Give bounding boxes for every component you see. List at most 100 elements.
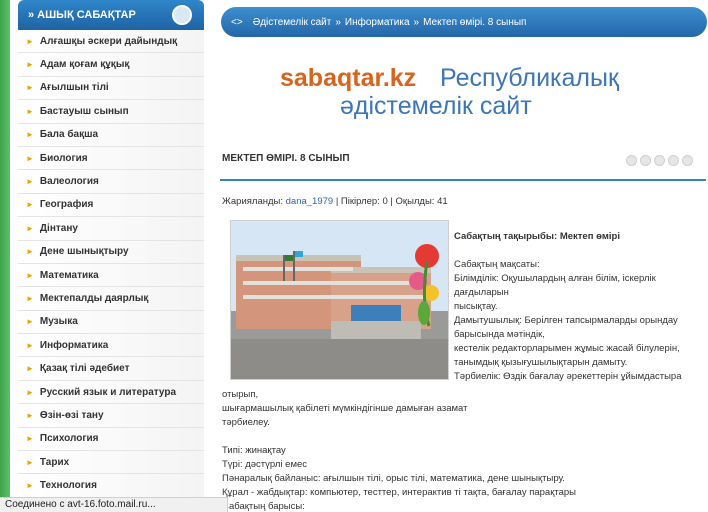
sidebar-item[interactable]: ► Мектепалды даярлық <box>18 287 204 311</box>
sidebar-item-label: Алғашқы әскери дайындық <box>39 35 178 47</box>
sidebar-item-label: Қазақ тілі әдебиет <box>39 363 130 375</box>
breadcrumb-separator: » <box>413 16 420 28</box>
rating-stars[interactable] <box>626 155 693 166</box>
text-line: Сабақтың мақсаты: <box>454 259 540 270</box>
meta-stats: | Пікірлер: 0 | Оқылды: 41 <box>335 196 448 207</box>
logo-domain: sabaqtar.kz <box>280 64 417 92</box>
text-line: отырып, <box>222 389 259 400</box>
sidebar-item-label: Валеология <box>39 176 99 188</box>
category-menu: ► Алғашқы әскери дайындық ► Адам қоғам құқ… <box>18 30 204 498</box>
sidebar-item-label: Информатика <box>39 339 109 351</box>
sidebar-item[interactable]: ► Математика <box>18 263 204 288</box>
sidebar-item[interactable]: ► Адам қоғам құқық <box>18 53 204 77</box>
arrow-right-icon: ► <box>26 106 34 116</box>
sidebar-item[interactable]: ► Дінтану <box>18 217 204 241</box>
arrow-right-icon: ► <box>26 177 34 187</box>
sidebar-item-label: Тарих <box>39 456 70 468</box>
rating-circle-icon[interactable] <box>682 155 693 166</box>
sidebar-item[interactable]: ► Өзін-өзі тану <box>18 404 204 428</box>
school-building-image <box>231 221 448 379</box>
sidebar-item[interactable]: ► Валеология <box>18 170 204 194</box>
lesson-body: отырып, шығармашылық қабілеті мүмкіндігі… <box>222 388 706 512</box>
sidebar-item-label: Бала бақша <box>39 129 99 141</box>
sidebar-item[interactable]: ► Бастауыш сынып <box>18 100 204 124</box>
logo-republic: Республикалық <box>440 64 619 92</box>
sidebar-item[interactable]: ► Психология <box>18 427 204 452</box>
title-divider <box>220 179 706 181</box>
sidebar-item[interactable]: ► Информатика <box>18 334 204 358</box>
breadcrumb: <> Әдістемелік сайт » Информатика » Мект… <box>221 7 707 37</box>
sidebar-item-label: Бастауыш сынып <box>39 105 129 117</box>
arrow-right-icon: ► <box>26 293 34 303</box>
site-logo[interactable]: sabaqtar.kz Республикалық әдістемелік са… <box>280 64 650 128</box>
collapse-circle-icon[interactable] <box>172 5 192 25</box>
arrow-right-icon: ► <box>26 200 34 210</box>
arrow-right-icon: ► <box>26 153 34 163</box>
arrow-right-icon: ► <box>26 130 34 140</box>
sidebar-item-label: География <box>39 199 94 211</box>
sidebar-item[interactable]: ► Биология <box>18 146 204 171</box>
breadcrumb-category-link[interactable]: Информатика <box>345 17 410 28</box>
arrow-right-icon: ► <box>26 60 34 70</box>
arrow-right-icon: ► <box>26 387 34 397</box>
sidebar-item[interactable]: ► Русский язык и литература <box>18 380 204 405</box>
sidebar-item[interactable]: ► Бала бақша <box>18 123 204 147</box>
logo-subtitle: әдістемелік сайт <box>340 92 532 120</box>
arrow-right-icon: ► <box>26 457 34 467</box>
rating-circle-icon[interactable] <box>654 155 665 166</box>
text-line: Тәрбиелік: Өздік бағалау әрекеттерін ұйы… <box>454 371 682 382</box>
text-line: пысықтау. <box>454 301 498 312</box>
sidebar-item[interactable]: ► Ағылшын тілі <box>18 76 204 101</box>
arrow-right-icon: ► <box>26 340 34 350</box>
rating-circle-icon[interactable] <box>668 155 679 166</box>
sidebar-item[interactable]: ► Технология <box>18 474 204 498</box>
sidebar-item-label: Музыка <box>39 316 78 328</box>
sidebar-item-label: Ағылшын тілі <box>39 82 109 94</box>
text-line: Білімділік: Оқушылардың алған білім, іск… <box>454 273 656 298</box>
browser-status-bar: Соединено с avt-16.foto.mail.ru... <box>0 497 228 512</box>
text-line: Типі: жинақтау <box>222 445 286 456</box>
arrow-right-icon: ► <box>26 223 34 233</box>
sidebar-item[interactable]: ► Дене шынықтыру <box>18 240 204 264</box>
sidebar-item-label: Дінтану <box>39 222 78 234</box>
sidebar-item-label: Мектепалды даярлық <box>39 292 149 304</box>
sidebar-item-label: Психология <box>39 433 99 445</box>
text-line: Түрі: дәстүрлі емес <box>222 459 308 470</box>
left-color-strip <box>0 0 10 512</box>
text-line: Сабақтың барысы: <box>222 501 305 512</box>
arrow-right-icon: ► <box>26 434 34 444</box>
sidebar-item-label: Биология <box>39 152 88 164</box>
text-line: Пәнаралық байланыс: ағылшын тілі, орыс т… <box>222 473 565 484</box>
sidebar-item-label: Русский язык и литература <box>39 386 177 398</box>
sidebar-item[interactable]: ► Алғашқы әскери дайындық <box>18 30 204 54</box>
arrow-right-icon: ► <box>26 270 34 280</box>
arrow-right-icon: ► <box>26 247 34 257</box>
arrow-right-icon: ► <box>26 481 34 491</box>
meta-prefix: Жарияланды: <box>222 196 283 207</box>
sidebar-item-label: Технология <box>39 480 97 492</box>
article-title: МЕКТЕП ӨМІРІ. 8 СЫНЫП <box>222 153 350 164</box>
sidebar-header: » АШЫҚ САБАҚТАР <box>18 0 204 30</box>
sidebar-item-label: Адам қоғам құқық <box>39 59 130 71</box>
arrow-right-icon: ► <box>26 36 34 46</box>
arrow-right-icon: ► <box>26 410 34 420</box>
text-line: тәрбиелеу. <box>222 417 270 428</box>
text-line: Дамытушылық: Берілген тапсырмаларды орын… <box>454 315 678 340</box>
text-line: Құрал - жабдықтар: компьютер, тесттер, и… <box>222 487 577 498</box>
rating-circle-icon[interactable] <box>640 155 651 166</box>
sidebar-item[interactable]: ► География <box>18 193 204 218</box>
text-line: шығармашылық қабілеті мүмкіндігінше дамы… <box>222 403 468 414</box>
author-link[interactable]: dana_1979 <box>286 196 334 207</box>
lesson-title: Сабақтың тақырыбы: Мектеп өмірі <box>454 231 620 242</box>
sidebar-item[interactable]: ► Музыка <box>18 310 204 335</box>
lesson-intro: Сабақтың тақырыбы: Мектеп өмірі Сабақтың… <box>454 230 704 384</box>
breadcrumb-separator: » <box>335 16 341 28</box>
rating-circle-icon[interactable] <box>626 155 637 166</box>
code-brackets-icon: <> <box>231 16 243 28</box>
sidebar-item[interactable]: ► Қазақ тілі әдебиет <box>18 357 204 381</box>
arrow-right-icon: ► <box>26 317 34 327</box>
breadcrumb-home-link[interactable]: Әдістемелік сайт <box>253 17 332 28</box>
breadcrumb-current: Мектеп өмірі. 8 сынып <box>423 16 527 28</box>
text-line: кестелік редакторларымен жұмыс жасай біл… <box>454 343 680 368</box>
sidebar-item[interactable]: ► Тарих <box>18 451 204 475</box>
